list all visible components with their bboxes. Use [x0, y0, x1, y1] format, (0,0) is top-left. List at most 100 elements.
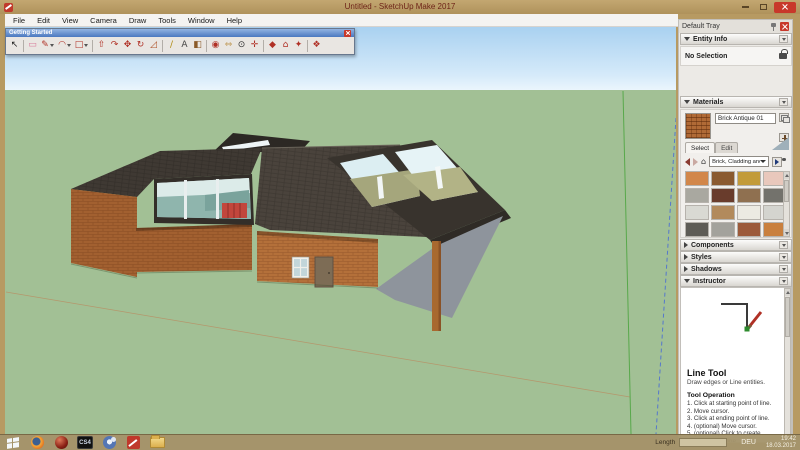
- material-swatch[interactable]: [737, 222, 761, 237]
- toolbar-titlebar[interactable]: Getting Started: [6, 29, 354, 37]
- taskbar-app-blue-swirl[interactable]: [100, 436, 118, 450]
- taskbar-app-photoshop-cs4[interactable]: CS4: [76, 436, 94, 450]
- dropdown-caret-icon[interactable]: [67, 44, 71, 47]
- paint-bucket-tool-button[interactable]: ◧: [191, 39, 204, 53]
- material-swatch[interactable]: [711, 188, 735, 203]
- tab-select[interactable]: Select: [685, 142, 715, 153]
- tape-measure-tool-button[interactable]: ∕: [165, 39, 178, 53]
- materials-header[interactable]: Materials: [680, 96, 792, 108]
- orbit-tool-button[interactable]: ◉: [209, 39, 222, 53]
- tray-close-icon[interactable]: [780, 22, 789, 31]
- dropdown-caret-icon[interactable]: [84, 44, 88, 47]
- share-model-button[interactable]: ✦: [292, 39, 305, 53]
- material-swatch[interactable]: [685, 171, 709, 186]
- select-tool-button[interactable]: ↖: [8, 39, 21, 53]
- minimize-button[interactable]: [738, 2, 752, 12]
- taskbar-app-sketchup[interactable]: [124, 436, 142, 450]
- instructor-header[interactable]: Instructor: [680, 275, 792, 287]
- window-titlebar[interactable]: Untitled - SketchUp Make 2017: [0, 0, 800, 14]
- material-name-field[interactable]: [715, 113, 776, 124]
- components-options-button[interactable]: [779, 241, 788, 249]
- material-swatch[interactable]: [711, 171, 735, 186]
- text-tool-button[interactable]: A: [178, 39, 191, 53]
- line-tool-button[interactable]: ✎: [39, 39, 56, 53]
- scroll-up-icon[interactable]: [784, 172, 789, 179]
- extension-warehouse-button[interactable]: ❖: [310, 39, 323, 53]
- material-swatch[interactable]: [685, 188, 709, 203]
- measurements-field[interactable]: [679, 438, 727, 447]
- scrollbar-thumb[interactable]: [785, 297, 790, 337]
- material-swatch[interactable]: [711, 205, 735, 220]
- close-button[interactable]: [774, 2, 796, 13]
- collection-dropdown[interactable]: Brick, Cladding and Siding: [709, 156, 769, 167]
- materials-options-button[interactable]: [779, 98, 788, 106]
- materials-scrollbar[interactable]: [783, 171, 790, 237]
- scale-tool-button[interactable]: ◿: [147, 39, 160, 53]
- scroll-down-icon[interactable]: [784, 229, 789, 236]
- pan-tool-button[interactable]: ⇔: [222, 39, 235, 53]
- styles-header[interactable]: Styles: [680, 251, 792, 263]
- scrollbar-thumb[interactable]: [784, 180, 789, 202]
- start-button[interactable]: [4, 436, 22, 450]
- material-swatch[interactable]: [685, 205, 709, 220]
- getting-started-toolbar[interactable]: Getting Started ↖ ▭ ✎ ◠ □ ⇧ ↷ ✥ ↻ ◿ ∕ A …: [5, 28, 355, 55]
- menu-draw[interactable]: Draw: [123, 14, 153, 27]
- shapes-tool-button[interactable]: □: [73, 39, 90, 53]
- menu-window[interactable]: Window: [182, 14, 221, 27]
- arc-tool-button[interactable]: ◠: [56, 39, 73, 53]
- shadows-header[interactable]: Shadows: [680, 263, 792, 275]
- scroll-up-icon[interactable]: [785, 289, 790, 296]
- toolbar-close-icon[interactable]: [344, 30, 351, 37]
- menu-tools[interactable]: Tools: [152, 14, 182, 27]
- dropdown-caret-icon[interactable]: [50, 44, 54, 47]
- lock-icon[interactable]: [779, 53, 787, 59]
- instructor-options-button[interactable]: [779, 277, 788, 285]
- back-arrow-icon[interactable]: [685, 158, 690, 166]
- menu-view[interactable]: View: [56, 14, 84, 27]
- windows-taskbar: CS4 Length DEU 19:42 18.03.2017: [0, 434, 800, 450]
- zoom-extents-tool-button[interactable]: ✛: [248, 39, 261, 53]
- viewport-3d[interactable]: Getting Started ↖ ▭ ✎ ◠ □ ⇧ ↷ ✥ ↻ ◿ ∕ A …: [5, 27, 676, 434]
- components-header[interactable]: Components: [680, 239, 792, 251]
- material-swatch[interactable]: [737, 188, 761, 203]
- follow-me-tool-button[interactable]: ↷: [108, 39, 121, 53]
- material-swatch[interactable]: [711, 222, 735, 237]
- taskbar-app-red-sphere[interactable]: [52, 436, 70, 450]
- material-swatch[interactable]: [737, 171, 761, 186]
- secondary-pane-button[interactable]: [779, 113, 789, 122]
- rotate-tool-button[interactable]: ↻: [134, 39, 147, 53]
- 3d-warehouse-button[interactable]: ⌂: [279, 39, 292, 53]
- eraser-tool-button[interactable]: ▭: [26, 39, 39, 53]
- shadows-options-button[interactable]: [779, 265, 788, 273]
- sample-paint-triangle[interactable]: [772, 137, 789, 150]
- forward-arrow-icon[interactable]: [693, 158, 698, 166]
- maximize-button[interactable]: [756, 2, 770, 12]
- taskbar-clock[interactable]: 19:42 18.03.2017: [766, 436, 796, 450]
- desktop: Untitled - SketchUp Make 2017 File Edit …: [0, 0, 800, 450]
- styles-options-button[interactable]: [779, 253, 788, 261]
- language-indicator[interactable]: DEU: [741, 439, 756, 446]
- material-swatch[interactable]: [685, 222, 709, 237]
- pin-icon[interactable]: [770, 23, 777, 31]
- instructor-scrollbar[interactable]: [784, 288, 791, 442]
- entity-info-header[interactable]: Entity Info: [680, 33, 792, 45]
- menu-edit[interactable]: Edit: [31, 14, 56, 27]
- taskbar-app-explorer[interactable]: [148, 436, 166, 450]
- entity-info-options-button[interactable]: [779, 35, 788, 43]
- push-pull-tool-button[interactable]: ⇧: [95, 39, 108, 53]
- model-info-button[interactable]: ◆: [266, 39, 279, 53]
- tab-edit[interactable]: Edit: [715, 142, 738, 153]
- home-icon[interactable]: ⌂: [701, 158, 706, 166]
- move-tool-button[interactable]: ✥: [121, 39, 134, 53]
- menu-camera[interactable]: Camera: [84, 14, 123, 27]
- menu-file[interactable]: File: [7, 14, 31, 27]
- menu-help[interactable]: Help: [221, 14, 248, 27]
- material-preview-thumbnail[interactable]: [685, 113, 711, 139]
- taskbar-app-firefox[interactable]: [28, 436, 46, 450]
- model-canvas[interactable]: [5, 27, 676, 434]
- tray-header[interactable]: Default Tray: [679, 20, 792, 33]
- material-swatch[interactable]: [737, 205, 761, 220]
- zoom-tool-button[interactable]: ⊙: [235, 39, 248, 53]
- details-button[interactable]: [772, 157, 782, 167]
- instructor-title: Instructor: [693, 278, 726, 285]
